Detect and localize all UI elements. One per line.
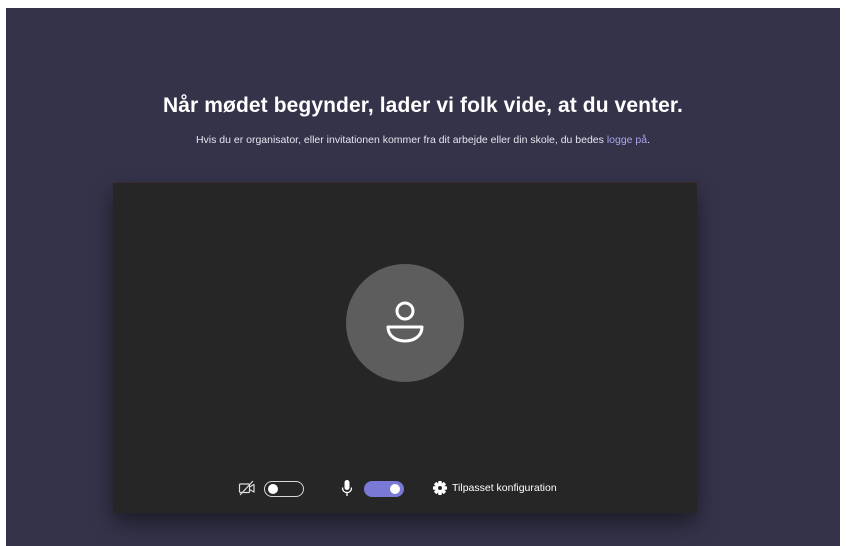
camera-toggle[interactable] [264,481,304,497]
avatar [346,264,464,382]
page-subtitle: Hvis du er organisator, eller invitation… [6,134,840,146]
person-icon [386,301,424,343]
meeting-prejoin-screen: Når mødet begynder, lader vi folk vide, … [6,8,840,546]
camera-toggle-knob [268,483,278,494]
signin-link[interactable]: logge på [607,134,647,146]
subtitle-end: . [647,134,651,146]
microphone-toggle[interactable] [364,481,404,497]
settings-label[interactable]: Tilpasset konfiguration [452,482,557,494]
microphone-icon[interactable] [340,478,354,498]
video-preview: Tilpasset konfiguration [113,182,697,513]
microphone-toggle-knob [390,484,400,494]
camera-off-icon[interactable] [237,478,257,498]
gear-icon[interactable] [431,478,449,498]
subtitle-text: Hvis du er organisator, eller invitation… [195,134,607,146]
device-controls: Tilpasset konfiguration [113,478,697,500]
page-title: Når mødet begynder, lader vi folk vide, … [163,94,683,117]
